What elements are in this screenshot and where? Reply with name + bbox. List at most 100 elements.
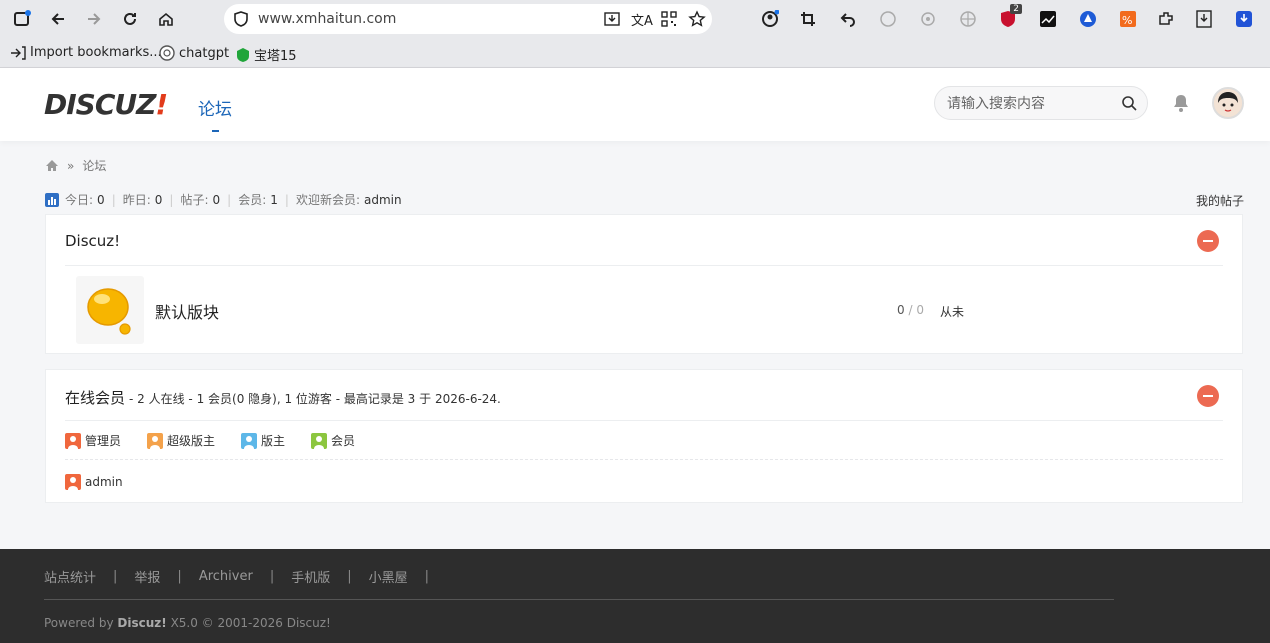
search-box — [934, 86, 1148, 120]
online-members-panel: 在线会员 - 2 人在线 - 1 会员(0 隐身), 1 位游客 - 最高记录是 … — [45, 369, 1243, 503]
legend-label: 会员 — [331, 434, 356, 448]
download-page-icon[interactable] — [604, 11, 620, 27]
stat-posts-label: 帖子: — [180, 193, 209, 207]
user-avatar[interactable] — [1212, 87, 1244, 119]
browser-toolbar: www.xmhaitun.com 文A 2 % — [0, 0, 1270, 38]
my-posts-link[interactable]: 我的帖子 — [1196, 192, 1244, 209]
online-description: - 2 人在线 - 1 会员(0 隐身), 1 位游客 - 最高记录是 3 于 … — [129, 392, 501, 406]
legend-super-moderator: 超级版主 — [147, 432, 215, 449]
admin-user-icon — [65, 474, 81, 490]
forward-icon[interactable] — [82, 7, 106, 31]
wheel-extension-icon[interactable] — [958, 9, 978, 29]
stat-members-label: 会员: — [238, 193, 267, 207]
forum-posts: 0 — [916, 303, 924, 317]
back-icon[interactable] — [46, 7, 70, 31]
address-bar[interactable]: www.xmhaitun.com 文A — [224, 4, 712, 34]
profile-extension-icon[interactable] — [760, 9, 780, 29]
svg-text:%: % — [1122, 14, 1132, 27]
forum-icon[interactable] — [76, 276, 144, 344]
bookmarks-bar: Import bookmarks... chatgpt 宝塔15 — [0, 38, 1270, 68]
qrcode-icon[interactable] — [661, 11, 677, 27]
search-icon[interactable] — [1121, 95, 1137, 111]
nav-active-indicator — [212, 130, 219, 132]
breadcrumb-separator: » — [67, 158, 75, 173]
legend-admin: 管理员 — [65, 432, 121, 449]
powered-brand-link[interactable]: Discuz! — [117, 616, 166, 630]
stat-today-label: 今日: — [65, 193, 94, 207]
powered-by: Powered by Discuz! X5.0 © 2001-2026 Disc… — [44, 616, 331, 630]
bookmark-label: 宝塔15 — [254, 49, 297, 64]
super-moderator-user-icon — [147, 432, 163, 449]
legend-moderator: 版主 — [241, 432, 285, 449]
newest-member-link[interactable]: admin — [364, 193, 402, 207]
admin-user-icon — [65, 432, 81, 449]
ublock-extension-icon[interactable]: 2 — [998, 4, 1022, 29]
legend-member: 会员 — [311, 432, 355, 449]
bookmark-chatgpt[interactable]: chatgpt — [159, 45, 229, 61]
stats-chart-icon — [45, 192, 59, 207]
divider — [65, 420, 1223, 421]
breadcrumb-current[interactable]: 论坛 — [82, 157, 106, 174]
home-icon[interactable] — [154, 7, 178, 31]
footer-link-archiver[interactable]: Archiver — [199, 569, 253, 584]
crop-icon[interactable] — [798, 9, 818, 29]
translate-icon[interactable]: 文A — [631, 10, 653, 29]
import-icon — [11, 45, 26, 60]
bookmark-label: Import bookmarks... — [30, 45, 162, 60]
bookmark-baota[interactable]: 宝塔15 — [236, 45, 297, 64]
stat-members-value: 1 — [270, 192, 278, 207]
divider — [65, 265, 1223, 266]
footer-divider — [44, 599, 1114, 600]
stock-extension-icon[interactable] — [1038, 9, 1058, 29]
legend-label: 管理员 — [85, 434, 122, 448]
downloads-icon[interactable] — [1194, 9, 1214, 29]
discuz-logo[interactable]: DISCUZ! — [44, 88, 168, 121]
notification-bell-icon[interactable] — [1172, 93, 1190, 113]
star-icon[interactable] — [688, 10, 706, 28]
footer-link-report[interactable]: 举报 — [134, 567, 160, 586]
collapse-online-button[interactable] — [1197, 385, 1219, 407]
site-header: DISCUZ! 论坛 — [0, 68, 1270, 141]
shield-icon — [234, 11, 248, 27]
footer-link-blackroom[interactable]: 小黑屋 — [369, 567, 408, 586]
legend-label: 超级版主 — [167, 434, 216, 448]
site-footer: 站点统计 | 举报 | Archiver | 手机版 | 小黑屋 | Powered by… — [0, 549, 1270, 643]
ai-extension-icon[interactable] — [878, 9, 898, 29]
forum-name-link[interactable]: 默认版块 — [155, 299, 219, 323]
stat-posts-value: 0 — [212, 192, 221, 207]
online-user-admin[interactable]: admin — [65, 474, 123, 490]
url-text: www.xmhaitun.com — [258, 11, 397, 27]
extension-badge: 2 — [1010, 4, 1022, 14]
stat-yesterday-value: 0 — [154, 192, 163, 207]
stat-yesterday-label: 昨日: — [122, 193, 151, 207]
baota-icon — [237, 47, 249, 62]
save-extension-icon[interactable] — [1234, 9, 1254, 29]
category-title[interactable]: Discuz! — [65, 232, 120, 250]
online-title-label[interactable]: 在线会员 — [65, 389, 125, 407]
moderator-user-icon — [241, 432, 257, 449]
bookmark-label: chatgpt — [179, 45, 230, 61]
forum-last-post: 从未 — [940, 305, 965, 319]
online-user-name[interactable]: admin — [85, 475, 123, 489]
puzzle-extensions-icon[interactable] — [1156, 9, 1176, 29]
reload-icon[interactable] — [118, 7, 142, 31]
forum-stats: 今日: 0 | 昨日: 0 | 帖子: 0 | 会员: 1 | 欢迎新会员: admin — [45, 191, 402, 208]
legend-label: 版主 — [261, 434, 286, 448]
percent-extension-icon[interactable]: % — [1118, 9, 1138, 29]
undo-icon[interactable] — [838, 9, 858, 29]
member-user-icon — [311, 432, 327, 449]
bookmark-import[interactable]: Import bookmarks... — [10, 45, 162, 60]
tab-actions-icon[interactable] — [10, 7, 34, 31]
triangle-extension-icon[interactable] — [1078, 9, 1098, 29]
forum-counts: 0 / 0 — [897, 303, 924, 317]
home-breadcrumb-icon[interactable] — [45, 159, 59, 172]
footer-link-mobile[interactable]: 手机版 — [291, 567, 330, 586]
footer-links: 站点统计 | 举报 | Archiver | 手机版 | 小黑屋 | — [44, 567, 430, 586]
target-extension-icon[interactable] — [918, 9, 938, 29]
nav-forum-link[interactable]: 论坛 — [198, 95, 232, 120]
forum-threads: 0 — [897, 303, 905, 317]
footer-link-stats[interactable]: 站点统计 — [44, 567, 96, 586]
chatgpt-icon — [159, 45, 175, 61]
search-input[interactable] — [947, 94, 1117, 114]
collapse-category-button[interactable] — [1197, 230, 1219, 252]
